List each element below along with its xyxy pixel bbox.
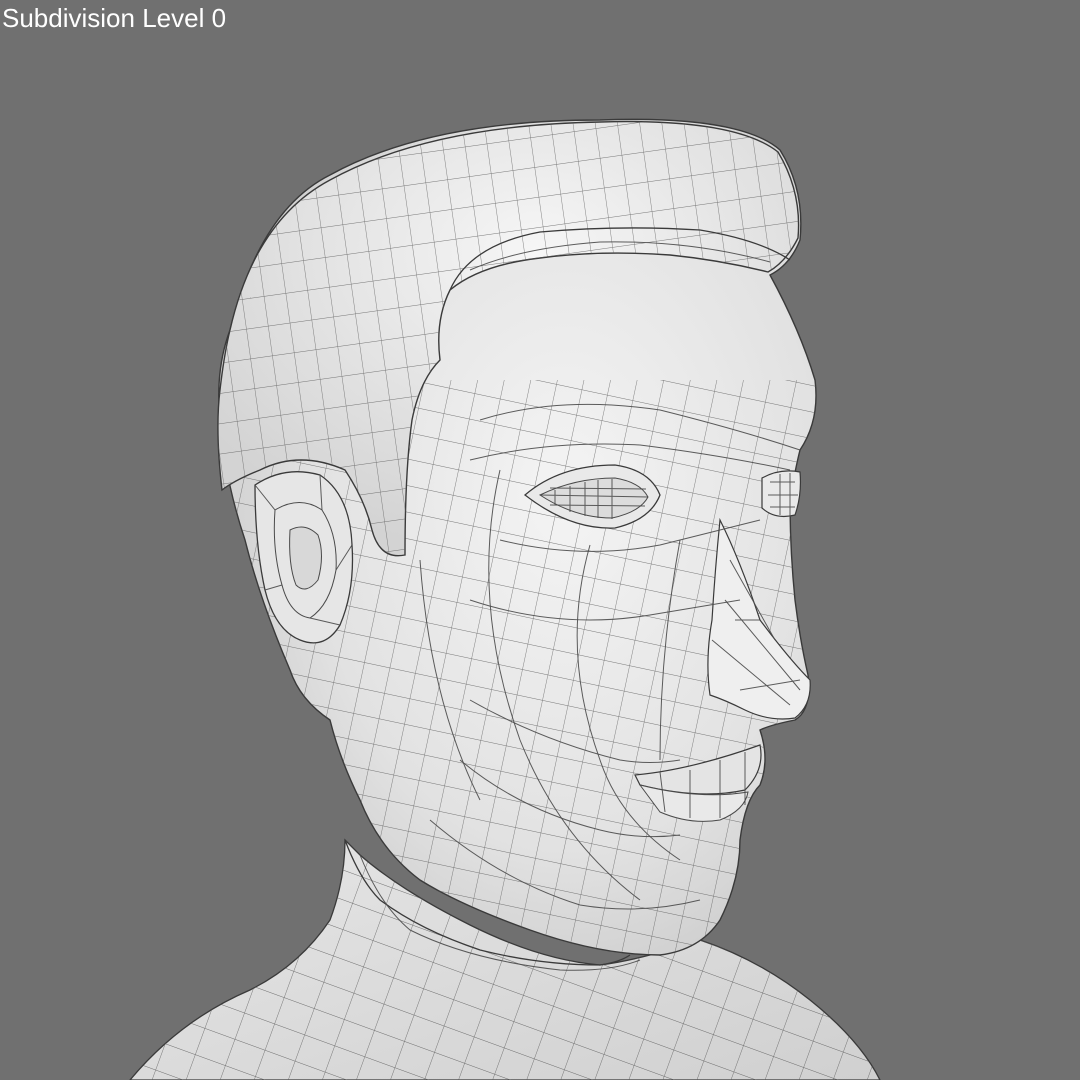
head-mesh-render	[129, 118, 881, 1080]
3d-viewport[interactable]: Subdivision Level 0	[0, 0, 1080, 1080]
eye-right-mesh	[761, 470, 802, 518]
